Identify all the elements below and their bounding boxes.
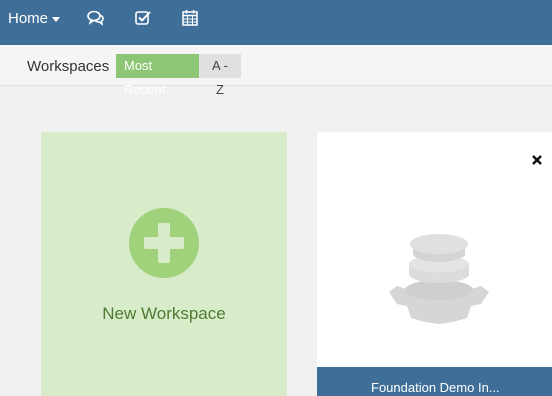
caret-down-icon — [52, 17, 61, 22]
calendar-icon[interactable] — [181, 9, 199, 27]
top-navbar: Home — [0, 0, 552, 45]
page-title: Workspaces — [27, 58, 110, 75]
plus-circle-icon — [129, 208, 199, 278]
close-icon[interactable] — [531, 153, 543, 165]
home-label: Home — [8, 10, 49, 27]
comments-icon[interactable] — [87, 9, 105, 27]
sort-most-recent-button[interactable]: Most Recent — [116, 54, 199, 97]
workspace-card[interactable]: Foundation Demo In... — [317, 132, 552, 396]
tasks-check-icon[interactable] — [134, 9, 152, 27]
new-workspace-card[interactable]: New Workspace — [41, 132, 287, 396]
workspaces-toolbar: Workspaces Most Recent A - Z — [0, 45, 552, 97]
workspace-name: Foundation Demo In... — [317, 367, 552, 396]
home-menu[interactable]: Home — [8, 0, 61, 37]
new-workspace-label: New Workspace — [102, 304, 226, 323]
foundation-logo-icon — [387, 230, 491, 335]
sort-a-z-button[interactable]: A - Z — [199, 54, 241, 97]
